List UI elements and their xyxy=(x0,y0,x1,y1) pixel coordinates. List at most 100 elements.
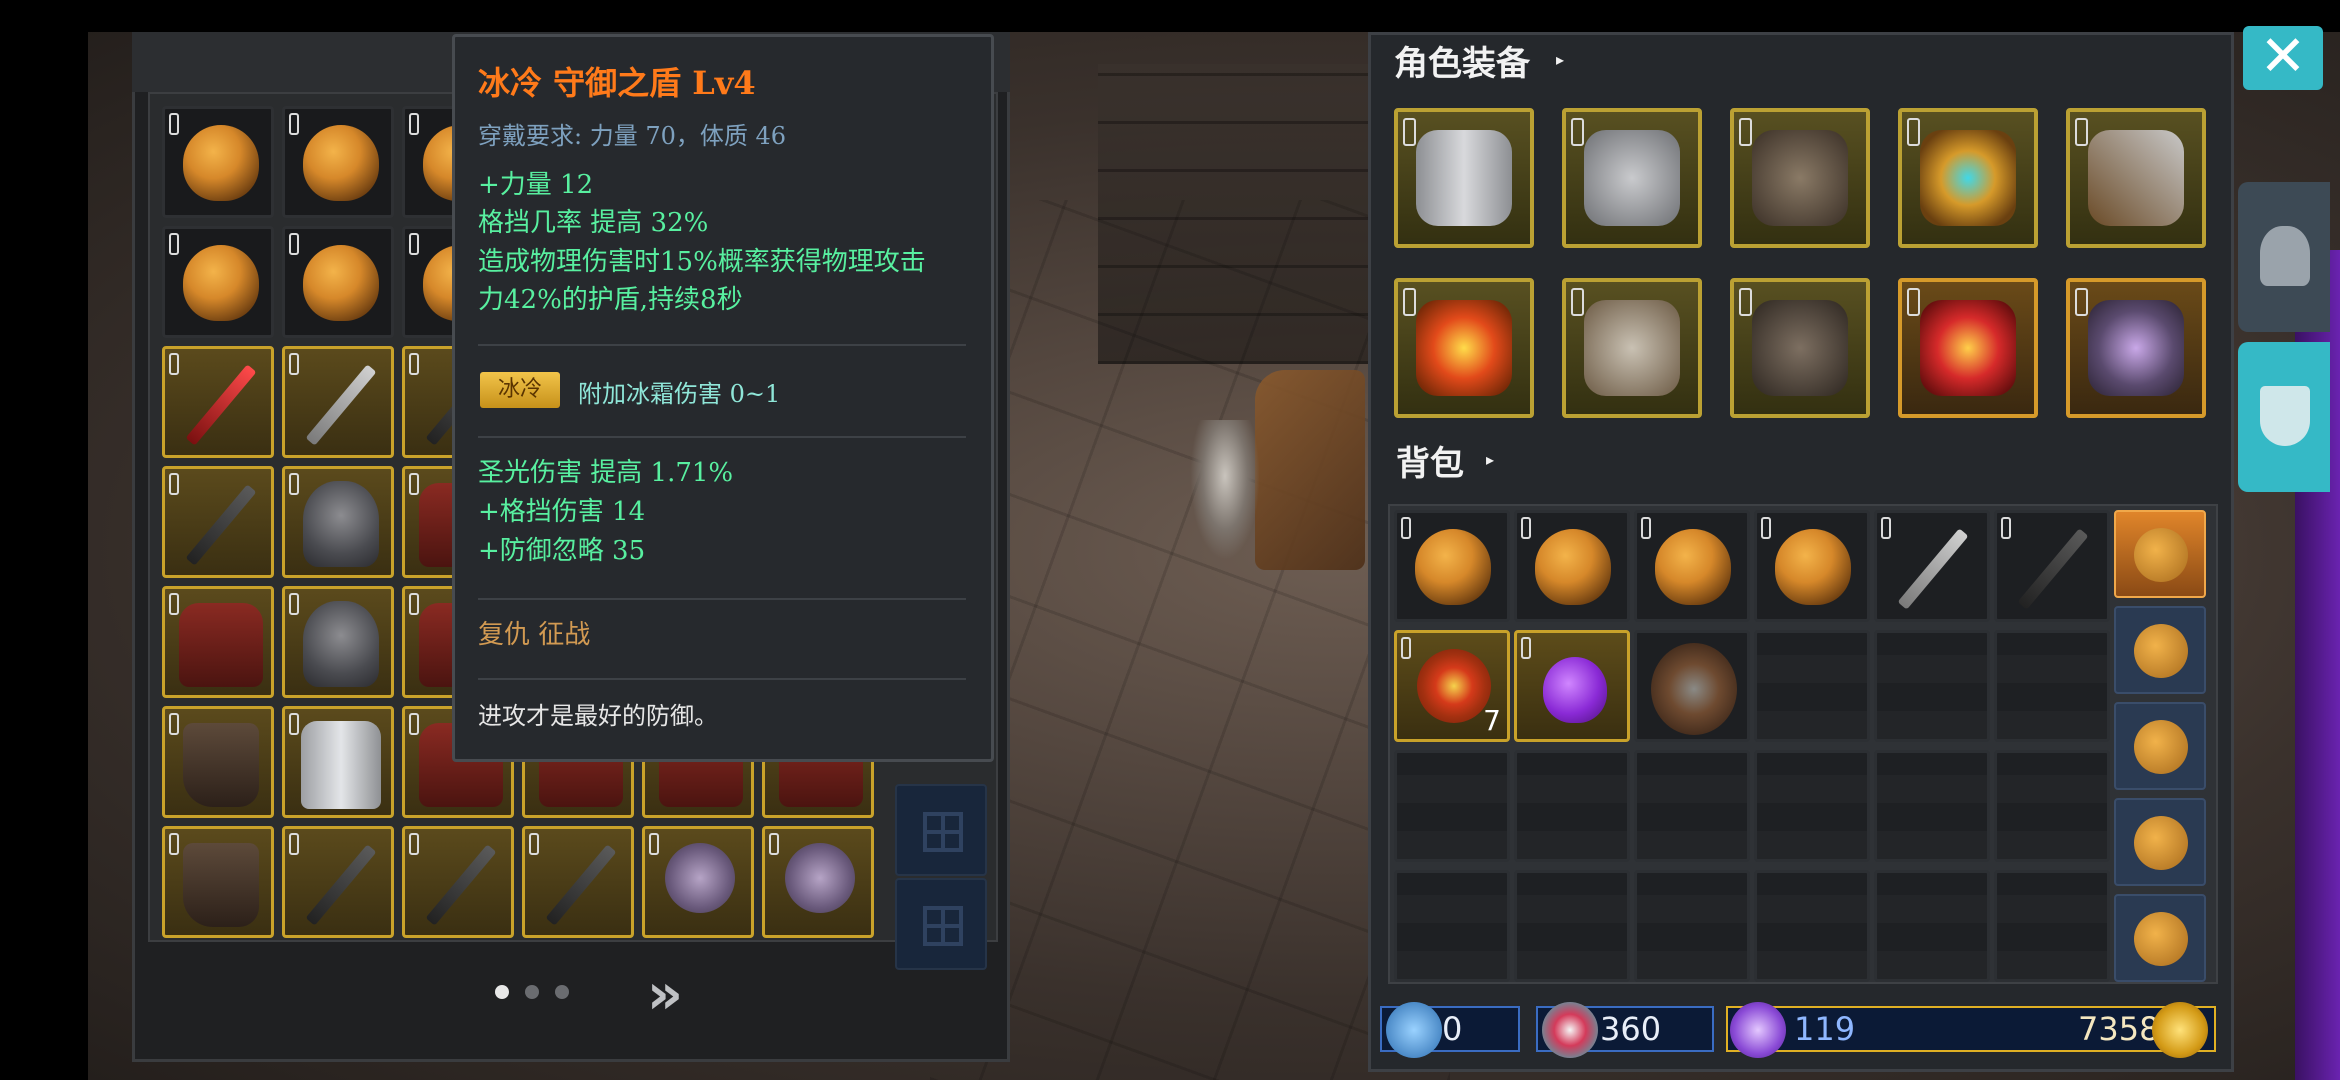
backpack-slot[interactable] xyxy=(1634,630,1750,742)
item-stat: +力量 12 xyxy=(478,170,594,200)
backpack-slot[interactable] xyxy=(1874,510,1990,622)
backpack-bag-tab[interactable] xyxy=(2114,606,2206,694)
backpack-bag-tab[interactable] xyxy=(2114,510,2206,598)
next-page-button[interactable]: » xyxy=(630,965,700,1025)
storage-slot[interactable] xyxy=(282,586,394,698)
screen-edge xyxy=(0,0,88,1080)
equipment-slot[interactable] xyxy=(1562,108,1702,248)
empty-backpack-slot[interactable] xyxy=(1874,870,1990,982)
storage-slot[interactable] xyxy=(762,826,874,938)
page-dot[interactable] xyxy=(555,985,569,999)
storage-slot[interactable] xyxy=(402,826,514,938)
backpack-slot[interactable] xyxy=(1514,510,1630,622)
scroll-icon xyxy=(1417,649,1491,723)
lock-icon xyxy=(409,113,419,135)
magic-currency: 0 xyxy=(1380,1002,1520,1058)
empty-backpack-slot[interactable] xyxy=(1754,870,1870,982)
storage-side-slot[interactable] xyxy=(895,878,987,970)
item-requirement: 穿戴要求: 力量 70，体质 46 xyxy=(478,122,787,150)
storage-slot[interactable] xyxy=(162,706,274,818)
backpack-slot[interactable] xyxy=(1634,510,1750,622)
equipment-slot[interactable] xyxy=(1730,108,1870,248)
empty-backpack-slot[interactable] xyxy=(1874,750,1990,862)
backpack-bag-tab[interactable] xyxy=(2114,894,2206,982)
lock-icon xyxy=(169,713,179,735)
pouch-icon xyxy=(183,125,259,201)
item-name: 冰冷 守御之盾 Lv4 xyxy=(478,64,756,102)
empty-backpack-slot[interactable] xyxy=(1874,630,1990,742)
lock-icon xyxy=(769,833,779,855)
player-character xyxy=(1190,420,1260,560)
item-extra-stat: +格挡伤害 14 xyxy=(478,497,646,527)
storage-slot[interactable] xyxy=(282,346,394,458)
empty-backpack-slot[interactable] xyxy=(1394,870,1510,982)
tooltip-divider xyxy=(478,678,966,680)
armor-icon xyxy=(179,603,263,687)
equipment-slot[interactable] xyxy=(1394,278,1534,418)
equipment-slot[interactable] xyxy=(1730,278,1870,418)
dark-sword-icon xyxy=(425,844,497,926)
equipment-slot[interactable] xyxy=(1898,278,2038,418)
storage-slot[interactable] xyxy=(282,466,394,578)
backpack-slot[interactable] xyxy=(1994,510,2110,622)
backpack-bag-tab[interactable] xyxy=(2114,798,2206,886)
storage-slot[interactable] xyxy=(162,346,274,458)
silver-armor-icon xyxy=(301,721,381,809)
equipment-slot[interactable] xyxy=(1394,108,1534,248)
gloves-icon xyxy=(1584,300,1680,396)
empty-backpack-slot[interactable] xyxy=(1634,870,1750,982)
equipment-title: 角色装备 xyxy=(1394,44,1530,84)
tooltip-divider xyxy=(478,436,966,438)
storage-side-slot[interactable] xyxy=(895,784,987,876)
empty-backpack-slot[interactable] xyxy=(1394,750,1510,862)
empty-backpack-slot[interactable] xyxy=(1634,750,1750,862)
storage-slot[interactable] xyxy=(162,466,274,578)
storage-slot[interactable] xyxy=(162,106,274,218)
lock-icon xyxy=(2075,288,2088,316)
lock-icon xyxy=(289,473,299,495)
backpack-slot[interactable] xyxy=(1514,630,1630,742)
equipment-tab[interactable] xyxy=(2238,182,2330,332)
backpack-caret-icon[interactable]: ▸ xyxy=(1486,450,1494,469)
empty-backpack-slot[interactable] xyxy=(1994,750,2110,862)
silver-armor-icon xyxy=(1584,130,1680,226)
reputation-currency: 360 xyxy=(1536,1002,1714,1058)
empty-backpack-slot[interactable] xyxy=(1514,870,1630,982)
bag-tab-icon xyxy=(2134,816,2188,870)
storage-slot[interactable] xyxy=(522,826,634,938)
equipment-slot[interactable] xyxy=(1898,108,2038,248)
page-dot[interactable] xyxy=(525,985,539,999)
empty-backpack-slot[interactable] xyxy=(1994,630,2110,742)
backpack-slot[interactable] xyxy=(1754,510,1870,622)
storage-slot[interactable] xyxy=(282,106,394,218)
magic-amount: 0 xyxy=(1442,1010,1463,1048)
pouch-icon xyxy=(303,245,379,321)
empty-backpack-slot[interactable] xyxy=(1514,750,1630,862)
item-extra-stat: 圣光伤害 提高 1.71% xyxy=(478,458,734,488)
page-dot[interactable] xyxy=(495,985,509,999)
gold-coin-icon xyxy=(2152,1002,2208,1058)
storage-slot[interactable] xyxy=(282,826,394,938)
storage-slot[interactable] xyxy=(282,226,394,338)
storage-slot[interactable] xyxy=(282,706,394,818)
storage-slot[interactable] xyxy=(162,226,274,338)
equipment-slot[interactable] xyxy=(2066,278,2206,418)
storage-slot[interactable] xyxy=(162,586,274,698)
empty-backpack-slot[interactable] xyxy=(1754,750,1870,862)
lock-icon xyxy=(409,593,419,615)
storage-slot[interactable] xyxy=(162,826,274,938)
lock-icon xyxy=(1521,517,1531,539)
lock-icon xyxy=(1739,288,1752,316)
empty-backpack-slot[interactable] xyxy=(1994,870,2110,982)
close-button[interactable]: ✕ xyxy=(2243,26,2323,90)
inventory-tab[interactable] xyxy=(2238,342,2330,492)
backpack-bag-tab[interactable] xyxy=(2114,702,2206,790)
storage-slot[interactable] xyxy=(642,826,754,938)
equipment-caret-icon[interactable]: ▸ xyxy=(1556,50,1564,69)
backpack-slot[interactable] xyxy=(1394,510,1510,622)
equipment-slot[interactable] xyxy=(2066,108,2206,248)
backpack-slot[interactable]: 7 xyxy=(1394,630,1510,742)
red-sword-icon xyxy=(185,364,257,446)
equipment-slot[interactable] xyxy=(1562,278,1702,418)
empty-backpack-slot[interactable] xyxy=(1754,630,1870,742)
